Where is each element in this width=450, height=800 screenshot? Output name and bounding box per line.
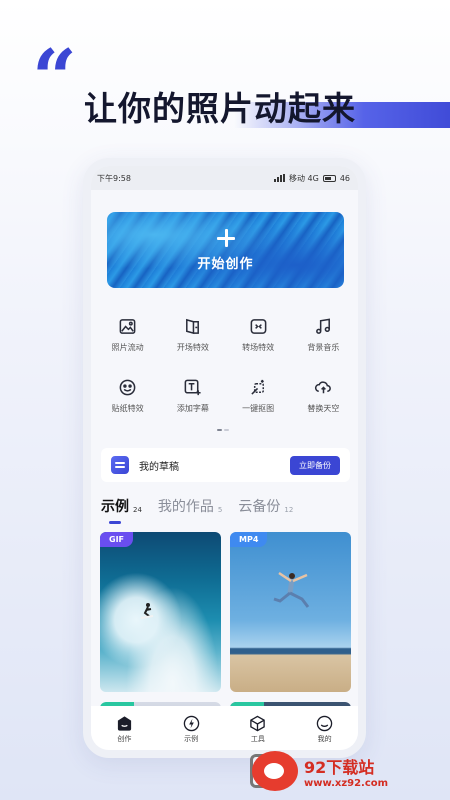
tab-label: 我的作品 [157, 499, 214, 515]
nav-tools[interactable]: 工具 [233, 715, 283, 744]
tool-label: 转场特效 [242, 343, 275, 352]
tool-label: 一键抠图 [242, 404, 275, 413]
sticker-icon [118, 377, 138, 397]
battery-level: 46 [339, 173, 350, 183]
tab-label: 云备份 [238, 499, 281, 515]
site-watermark: 92下载站 www.xz92.com [250, 748, 442, 794]
nav-examples[interactable]: 示例 [166, 715, 216, 744]
phone-frame: 下午9:58 移动 4G 46 开始创作 照片流动 开场特效 转场特效 背景音乐… [83, 158, 366, 758]
nav-create[interactable]: 创作 [99, 715, 149, 744]
tab-count: 12 [284, 506, 294, 514]
carrier-label: 移动 4G [288, 173, 319, 183]
bottom-nav: 创作 示例 工具 我的 [91, 706, 358, 750]
signal-icon [273, 174, 285, 182]
tool-label: 背景音乐 [307, 343, 340, 352]
tool-label: 添加字幕 [176, 404, 209, 413]
status-time: 下午9:58 [97, 173, 131, 183]
tab-my-works[interactable]: 我的作品 5 [158, 496, 222, 516]
gallery-item-gif[interactable]: GIF [100, 532, 221, 692]
watermark-url: www.xz92.com [304, 777, 389, 789]
nav-profile[interactable]: 我的 [300, 715, 350, 744]
watermark-logo [252, 751, 298, 791]
tool-opening-effect[interactable]: 开场特效 [160, 316, 225, 353]
status-bar: 下午9:58 移动 4G 46 [91, 166, 358, 190]
surfer-figure [140, 603, 154, 619]
tool-transition[interactable]: 转场特效 [226, 316, 291, 353]
quote-mark: “ [32, 33, 77, 124]
tab-label: 示例 [101, 499, 129, 515]
battery-icon [322, 174, 336, 182]
nav-label: 创作 [117, 734, 132, 743]
tool-label: 替换天空 [307, 404, 340, 413]
text-add-icon [183, 377, 203, 397]
promo-headline-block: 让你的照片动起来 [84, 82, 450, 130]
tool-grid: 照片流动 开场特效 转场特效 背景音乐 贴纸特效 添加字幕 一键抠图 替换天空 [95, 316, 356, 414]
magic-wand-icon [248, 377, 268, 397]
page-indicator [217, 429, 229, 431]
gallery-item-mp4[interactable]: MP4 [230, 532, 351, 692]
nav-label: 工具 [250, 734, 265, 743]
promo-headline: 让你的照片动起来 [84, 89, 356, 128]
music-note-icon [313, 316, 333, 336]
transition-icon [248, 316, 268, 336]
tool-sticker-effect[interactable]: 贴纸特效 [95, 377, 160, 414]
tab-examples[interactable]: 示例 24 [101, 496, 142, 524]
lightning-icon [183, 715, 200, 732]
sky-replace-icon [313, 377, 333, 397]
start-create-button[interactable]: 开始创作 [107, 212, 344, 288]
backup-now-button[interactable]: 立即备份 [290, 455, 340, 475]
tab-cloud-backup[interactable]: 云备份 12 [238, 496, 293, 516]
app-screen: 下午9:58 移动 4G 46 开始创作 照片流动 开场特效 转场特效 背景音乐… [91, 166, 358, 750]
format-badge: GIF [100, 532, 134, 547]
plus-icon [216, 228, 235, 247]
active-tab-indicator [109, 521, 121, 524]
format-badge: MP4 [230, 532, 268, 547]
nav-label: 我的 [317, 734, 332, 743]
tool-label: 贴纸特效 [111, 404, 144, 413]
jumping-person-figure [273, 571, 310, 608]
create-home-icon [116, 715, 133, 732]
cube-icon [249, 715, 266, 732]
tab-count: 5 [217, 506, 223, 514]
opening-effect-icon [183, 316, 203, 336]
content-tabs: 示例 24 我的作品 5 云备份 12 [101, 496, 293, 524]
tool-background-music[interactable]: 背景音乐 [291, 316, 356, 353]
smile-icon [316, 715, 333, 732]
image-flow-icon [118, 316, 138, 336]
watermark-title: 92下载站 [304, 757, 375, 777]
start-create-label: 开始创作 [197, 256, 254, 272]
tab-count: 24 [133, 506, 142, 514]
drafts-icon [111, 456, 129, 474]
tool-replace-sky[interactable]: 替换天空 [291, 377, 356, 414]
drafts-bar[interactable]: 我的草稿 立即备份 [101, 448, 350, 482]
tool-label: 开场特效 [176, 343, 209, 352]
tool-label: 照片流动 [111, 343, 144, 352]
drafts-label: 我的草稿 [139, 461, 179, 473]
tool-photo-flow[interactable]: 照片流动 [95, 316, 160, 353]
nav-label: 示例 [184, 734, 199, 743]
tool-one-click-cutout[interactable]: 一键抠图 [226, 377, 291, 414]
tool-add-subtitle[interactable]: 添加字幕 [160, 377, 225, 414]
